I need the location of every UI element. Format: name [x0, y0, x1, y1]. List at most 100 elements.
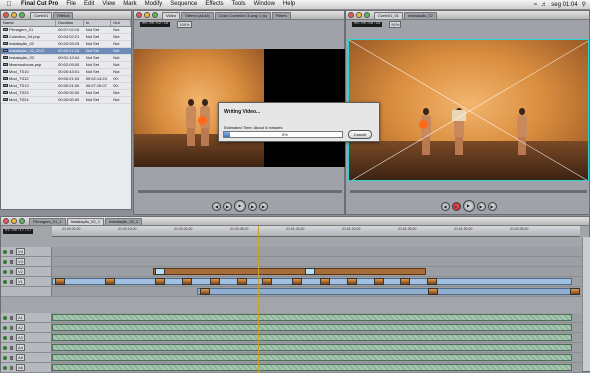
volume-icon[interactable]: ♬ — [541, 2, 547, 8]
lock-icon[interactable] — [10, 365, 13, 370]
track-label[interactable]: A3 — [16, 334, 25, 341]
menu-view[interactable]: View — [98, 0, 119, 9]
menu-edit[interactable]: Edit — [80, 0, 98, 9]
zoom-icon[interactable] — [152, 12, 158, 18]
list-item[interactable]: Mod_TS23 00:00:00:00 Not Set Not — [1, 90, 131, 97]
menu-help[interactable]: Help — [279, 0, 299, 9]
list-item[interactable]: Mesmosfocas.psp 00:02:05:00 Not Set Not — [1, 62, 131, 69]
close-icon[interactable] — [3, 12, 9, 18]
minimize-icon[interactable] — [11, 218, 17, 224]
list-item[interactable]: Instalação_03 00:01:12:04 Not Set Not — [1, 55, 131, 62]
video-clip[interactable] — [52, 278, 572, 285]
track-visible-icon[interactable] — [3, 269, 7, 274]
audio-clip[interactable] — [52, 334, 572, 341]
tab-color-corrector[interactable]: Color Corrector 3-way 1 (s) — [214, 11, 271, 19]
menu-tools[interactable]: Tools — [228, 0, 250, 9]
track-label[interactable]: V1 — [16, 278, 25, 285]
timeline-timecode[interactable]: 01:00:17:17 — [3, 229, 34, 234]
mark-out-icon[interactable]: ▶ — [259, 201, 268, 211]
viewer-zoom[interactable]: 100% — [177, 21, 192, 28]
lock-icon[interactable] — [10, 345, 13, 350]
tab-filmagem-01-1[interactable]: Filmagem_01_1 — [29, 217, 66, 225]
tab-corte01-01[interactable]: Corte01_01 — [374, 11, 403, 19]
play-icon[interactable]: ▶ — [462, 200, 475, 212]
lock-icon[interactable] — [10, 355, 13, 360]
column-duration[interactable]: Duration — [56, 20, 84, 26]
spotlight-icon[interactable]: ⚲ — [582, 1, 586, 8]
play-in-to-out-icon[interactable]: ▶ — [223, 201, 232, 211]
canvas-video-frame[interactable] — [348, 39, 589, 181]
track-visible-icon[interactable] — [3, 249, 7, 254]
audio-clip[interactable] — [52, 344, 572, 351]
play-around-icon[interactable]: ▶ — [248, 201, 257, 211]
canvas-scrubber[interactable] — [350, 190, 587, 193]
zoom-icon[interactable] — [19, 218, 25, 224]
tab-corte01[interactable]: Corte01 — [30, 11, 53, 19]
viewer-scrubber[interactable] — [138, 190, 342, 193]
wifi-icon[interactable]: ≈ — [534, 2, 537, 8]
minimize-icon[interactable] — [356, 12, 362, 18]
audio-clip[interactable] — [52, 324, 572, 331]
lock-icon[interactable] — [10, 269, 13, 274]
column-in[interactable]: In — [84, 20, 112, 26]
close-icon[interactable] — [348, 12, 354, 18]
track-audible-icon[interactable] — [3, 325, 7, 330]
menu-window[interactable]: Window — [250, 0, 279, 9]
list-item[interactable]: Instalação_02 00:00:05:15 Not Set Not — [1, 41, 131, 48]
timeline-vertical-scrollbar[interactable] — [582, 237, 590, 371]
track-label[interactable]: A2 — [16, 324, 25, 331]
track-visible-icon[interactable] — [3, 259, 7, 264]
list-item[interactable]: Instalação_02_DVC 00:00:21:23 Not Set Not — [1, 48, 131, 55]
list-item[interactable]: Filmagem_01 00:07:02:16 Not Set Not — [1, 27, 131, 34]
record-icon[interactable]: ● — [451, 201, 461, 211]
minimize-icon[interactable] — [11, 12, 17, 18]
column-out[interactable]: Out — [111, 20, 131, 26]
tab-efeitos[interactable]: Efeitos — [53, 11, 74, 19]
menu-modify[interactable]: Modify — [141, 0, 167, 9]
list-item[interactable]: Colectivo_04.pnp 00:04:02:21 Not Set Not — [1, 34, 131, 41]
canvas-zoom[interactable]: 50% — [389, 21, 402, 28]
track-audible-icon[interactable] — [3, 355, 7, 360]
video-clip[interactable] — [153, 268, 426, 275]
tab-video[interactable]: Video — [162, 11, 181, 19]
track-audible-icon[interactable] — [3, 345, 7, 350]
track-label[interactable]: A4 — [16, 344, 25, 351]
play-around-icon[interactable]: ▶ — [476, 201, 486, 211]
list-item[interactable]: Mod_TS13 00:00:21:00 00:07:15:07 00: — [1, 83, 131, 90]
track-label[interactable]: A6 — [16, 364, 25, 371]
track-visible-icon[interactable] — [3, 279, 7, 284]
tab-filters[interactable]: Filters — [271, 11, 291, 19]
viewer-timecode[interactable]: 00:00:02:16 — [140, 22, 171, 27]
lock-icon[interactable] — [10, 279, 13, 284]
minimize-icon[interactable] — [144, 12, 150, 18]
track-audible-icon[interactable] — [3, 335, 7, 340]
zoom-icon[interactable] — [364, 12, 370, 18]
tab-instalacao-02-2[interactable]: Instalação_02_2 — [105, 217, 143, 225]
audio-clip[interactable] — [52, 364, 572, 371]
tab-instalacao-02-1[interactable]: Instalação_02_1 — [66, 217, 105, 225]
lock-icon[interactable] — [10, 259, 13, 264]
track-label[interactable]: A5 — [16, 354, 25, 361]
close-icon[interactable] — [3, 218, 9, 224]
close-icon[interactable] — [136, 12, 142, 18]
video-clip[interactable] — [197, 288, 575, 295]
play-icon[interactable]: ▶ — [234, 200, 246, 212]
list-item[interactable]: Mod_TS12 00:00:21:04 00:02:14:24 00: — [1, 76, 131, 83]
menu-clock[interactable]: seg 01:04 — [551, 2, 577, 8]
mark-in-icon[interactable]: ◀ — [440, 201, 450, 211]
tab-instalacao-02[interactable]: Instalação_02 — [403, 11, 437, 19]
mark-out-icon[interactable]: ▶ — [487, 201, 497, 211]
timeline-ruler[interactable]: 01:00:00;00 01:00:16;00 01:00:32;00 01:0… — [52, 226, 580, 237]
apple-icon[interactable]:  — [5, 1, 13, 9]
list-item[interactable]: Mod_TS24 00:00:00:00 Not Set Not — [1, 97, 131, 104]
column-name[interactable]: Name — [1, 20, 57, 26]
track-label[interactable]: A1 — [16, 314, 25, 321]
menu-sequence[interactable]: Sequence — [166, 0, 201, 9]
mark-in-icon[interactable]: ◀ — [212, 201, 221, 211]
track-label[interactable]: V3 — [16, 258, 25, 265]
lock-icon[interactable] — [10, 315, 13, 320]
audio-clip[interactable] — [52, 314, 572, 321]
track-audible-icon[interactable] — [3, 365, 7, 370]
lock-icon[interactable] — [10, 249, 13, 254]
canvas-timecode[interactable]: 00:00:06:19 — [352, 22, 383, 27]
